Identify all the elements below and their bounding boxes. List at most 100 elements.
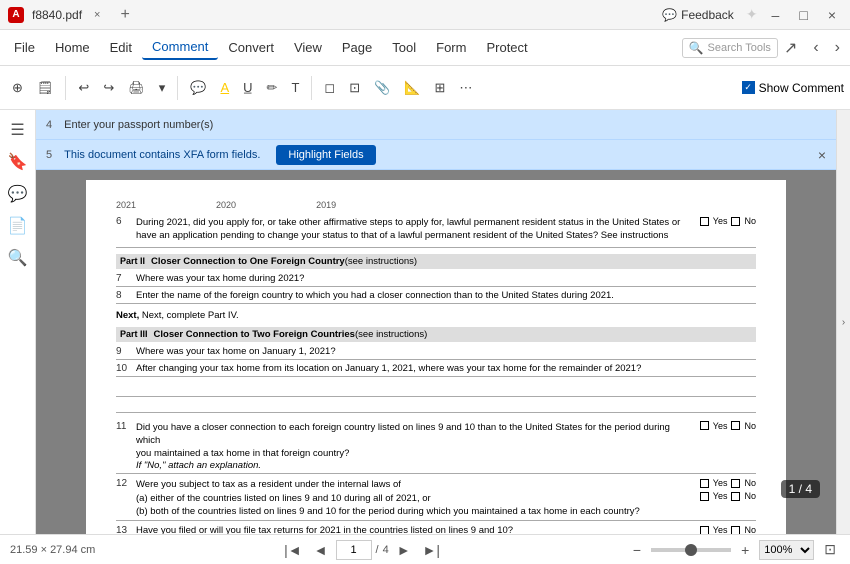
sidebar-icon-search[interactable]: 🔍 [4, 244, 32, 272]
line-num-indicator: 4 [46, 119, 52, 131]
menu-protect[interactable]: Protect [476, 36, 537, 59]
q8-num: 8 [116, 290, 136, 301]
sidebar-icon-page[interactable]: 📄 [4, 212, 32, 240]
q9-num: 9 [116, 346, 136, 357]
right-collapse-button[interactable]: › [836, 110, 850, 534]
menu-right: ↗ ‹ › [778, 36, 846, 60]
fit-page-button[interactable]: ⊡ [820, 541, 840, 558]
year-2021: 2021 [116, 200, 136, 210]
menu-edit[interactable]: Edit [100, 36, 142, 59]
back-button[interactable]: ‹ [807, 37, 824, 59]
q6-yes-label: Yes [713, 216, 728, 226]
q13-content: Have you filed or will you file tax retu… [136, 525, 696, 534]
add-tab-button[interactable]: + [112, 6, 137, 24]
toolbar-highlight[interactable]: A [214, 76, 235, 99]
first-page-button[interactable]: |◄ [280, 542, 306, 558]
feedback-icon: 💬 [662, 8, 677, 22]
menu-home[interactable]: Home [45, 36, 100, 59]
toolbar-shape[interactable]: ◻ [318, 76, 341, 100]
pdf-viewer[interactable]: 2021 2020 2019 6 During 2021, did you ap… [36, 170, 836, 534]
page-dimensions: 21.59 × 27.94 cm [10, 544, 95, 556]
close-tab-button[interactable]: × [90, 8, 104, 22]
next-page-button[interactable]: ► [393, 542, 415, 558]
q13-yes-label: Yes [713, 525, 728, 534]
menu-file[interactable]: File [4, 36, 45, 59]
share-button[interactable]: ↗ [778, 36, 803, 60]
main-layout: ☰ 🔖 💬 📄 🔍 4 Enter your passport number(s… [0, 110, 850, 534]
q8-row: 8 Enter the name of the foreign country … [116, 290, 756, 304]
q6-num: 6 [116, 216, 136, 227]
q6-yes-checkbox[interactable] [700, 217, 709, 226]
show-comment-area: ✓ Show Comment [742, 81, 844, 95]
search-box[interactable]: 🔍 Search Tools [682, 38, 778, 58]
toolbar-btn-4[interactable]: ↪ [97, 76, 120, 100]
q11-yes-no: Yes No [700, 421, 756, 431]
search-placeholder: Search Tools [708, 42, 771, 54]
q6-no-label: No [744, 216, 756, 226]
q13-no-label: No [744, 525, 756, 534]
toolbar-btn-1[interactable]: ⊕ [6, 76, 29, 100]
part3-header: Part III Closer Connection to Two Foreig… [116, 327, 756, 342]
last-page-button[interactable]: ►| [419, 542, 445, 558]
bottombar: 21.59 × 27.94 cm |◄ ◄ / 4 ► ►| − + 100% … [0, 534, 850, 564]
zoom-out-button[interactable]: − [629, 542, 645, 558]
year-row: 2021 2020 2019 [116, 200, 756, 210]
q12-no-checkbox-2[interactable] [731, 492, 740, 501]
q12-row: 12 Were you subject to tax as a resident… [116, 478, 756, 521]
sidebar-icon-bookmark[interactable]: 🔖 [4, 148, 32, 176]
toolbar-pen[interactable]: ✏ [261, 76, 284, 100]
toolbar-group[interactable]: ⊞ [428, 76, 451, 100]
menu-view[interactable]: View [284, 36, 332, 59]
q12-yes-checkbox-1[interactable] [700, 479, 709, 488]
q11-yes-checkbox[interactable] [700, 421, 709, 430]
menu-comment[interactable]: Comment [142, 35, 218, 60]
xfa-close-button[interactable]: × [818, 147, 826, 163]
sidebar-icon-nav[interactable]: ☰ [4, 116, 32, 144]
toolbar-btn-6[interactable]: ▾ [153, 76, 172, 100]
show-comment-checkbox[interactable]: ✓ [742, 81, 755, 94]
toolbar-comment[interactable]: 💬 [184, 76, 212, 100]
prev-page-button[interactable]: ◄ [310, 542, 332, 558]
q11-no-label: No [744, 421, 756, 431]
zoom-slider[interactable] [651, 548, 731, 552]
q11-yes-label: Yes [713, 421, 728, 431]
zoom-select[interactable]: 100% 75% 125% 150% [759, 540, 814, 560]
toolbar-btn-2[interactable]: 🗒 [31, 76, 60, 100]
q9-text: Where was your tax home on January 1, 20… [136, 346, 336, 357]
toolbar-btn-3[interactable]: ↩ [72, 76, 95, 100]
q6-no-checkbox[interactable] [731, 217, 740, 226]
restore-button[interactable]: □ [793, 5, 813, 25]
q11-no-checkbox[interactable] [731, 421, 740, 430]
feedback-label: Feedback [681, 8, 734, 22]
toolbar-stamp[interactable]: ⊡ [343, 76, 366, 100]
menubar: File Home Edit Comment Convert View Page… [0, 30, 850, 66]
highlight-fields-button[interactable]: Highlight Fields [276, 145, 375, 165]
toolbar-btn-5[interactable]: 🖨 [122, 76, 151, 100]
q12-yes-checkbox-2[interactable] [700, 492, 709, 501]
sidebar-icon-comment[interactable]: 💬 [4, 180, 32, 208]
file-title: f8840.pdf [32, 8, 82, 22]
q12-no-checkbox-1[interactable] [731, 479, 740, 488]
titlebar-controls: – □ × [766, 5, 842, 25]
toolbar-text[interactable]: T [285, 76, 305, 99]
minimize-button[interactable]: – [766, 5, 786, 25]
close-window-button[interactable]: × [822, 5, 842, 25]
toolbar-attach[interactable]: 📎 [368, 76, 396, 100]
menu-form[interactable]: Form [426, 36, 476, 59]
toolbar-measure[interactable]: 📐 [398, 76, 426, 100]
toolbar-underline[interactable]: U̲ [237, 76, 258, 99]
page-separator: / [376, 544, 379, 556]
q13-yes-checkbox[interactable] [700, 526, 709, 534]
menu-page[interactable]: Page [332, 36, 382, 59]
forward-button[interactable]: › [829, 37, 846, 59]
menu-convert[interactable]: Convert [218, 36, 284, 59]
part3-title: Closer Connection to Two Foreign Countri… [154, 329, 355, 340]
zoom-in-button[interactable]: + [737, 542, 753, 558]
toolbar-extra[interactable]: ⋯ [453, 76, 478, 100]
page-input[interactable] [336, 540, 372, 560]
feedback-button[interactable]: 💬 Feedback [654, 6, 742, 24]
q12-yes-no-2: Yes No [700, 491, 756, 501]
menu-tool[interactable]: Tool [382, 36, 426, 59]
q10-text: After changing your tax home from its lo… [136, 363, 641, 374]
q13-no-checkbox[interactable] [731, 526, 740, 534]
